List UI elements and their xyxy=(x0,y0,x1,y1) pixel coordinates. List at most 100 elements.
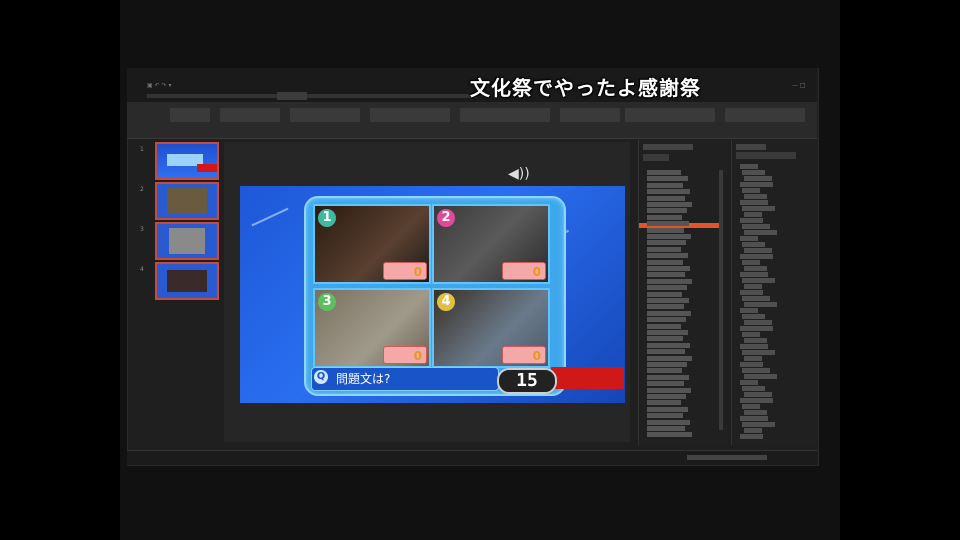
animation-row[interactable] xyxy=(647,202,692,207)
animation-row[interactable] xyxy=(647,432,692,438)
selection-row[interactable] xyxy=(742,386,765,391)
pane-toolbar-button[interactable] xyxy=(643,154,669,161)
animation-row[interactable] xyxy=(647,304,684,310)
animation-row[interactable] xyxy=(647,170,681,175)
thumbnail-slide-1[interactable] xyxy=(155,142,219,180)
animation-row[interactable] xyxy=(647,330,688,335)
ribbon-group[interactable] xyxy=(625,108,715,122)
answer-cell-1[interactable]: 1 0 xyxy=(313,204,431,284)
animation-row[interactable] xyxy=(647,298,689,303)
animation-row[interactable] xyxy=(647,285,687,291)
selection-row[interactable] xyxy=(744,338,767,343)
thumbnail-slide-4[interactable] xyxy=(155,262,219,300)
selection-row[interactable] xyxy=(740,200,768,205)
selection-row[interactable] xyxy=(744,356,762,361)
selection-row[interactable] xyxy=(740,398,773,403)
animation-row[interactable] xyxy=(647,406,688,412)
selection-row[interactable] xyxy=(742,278,775,283)
selection-row[interactable] xyxy=(744,392,772,397)
pane-toolbar-button[interactable] xyxy=(736,152,796,159)
selection-row[interactable] xyxy=(744,194,767,199)
tab-active[interactable] xyxy=(277,92,307,100)
selection-row[interactable] xyxy=(740,182,773,187)
selection-row[interactable] xyxy=(744,284,762,289)
animation-row[interactable] xyxy=(647,374,689,380)
selection-row[interactable] xyxy=(744,176,772,181)
selection-row[interactable] xyxy=(744,212,762,217)
window-controls[interactable]: — □ xyxy=(792,82,806,89)
selection-row[interactable] xyxy=(742,260,760,265)
selection-row[interactable] xyxy=(744,302,777,307)
animation-row[interactable] xyxy=(647,195,685,201)
animation-row[interactable] xyxy=(647,278,692,284)
animation-row[interactable] xyxy=(647,394,686,399)
ribbon-group[interactable] xyxy=(460,108,550,122)
selection-row[interactable] xyxy=(744,374,777,379)
selection-row[interactable] xyxy=(740,218,763,223)
animation-row[interactable] xyxy=(647,176,688,182)
selection-row[interactable] xyxy=(740,272,768,277)
selection-row[interactable] xyxy=(740,416,768,421)
animation-row[interactable] xyxy=(647,310,691,316)
animation-row[interactable] xyxy=(647,419,690,425)
answer-cell-3[interactable]: 3 0 xyxy=(313,288,431,368)
selection-row[interactable] xyxy=(744,266,767,271)
selection-row[interactable] xyxy=(742,242,765,247)
selection-row[interactable] xyxy=(742,188,760,193)
pane-scrollbar[interactable] xyxy=(719,170,723,430)
selection-row[interactable] xyxy=(744,320,772,325)
animation-row[interactable] xyxy=(647,253,688,259)
animation-row[interactable] xyxy=(647,368,682,374)
selection-row[interactable] xyxy=(740,362,763,367)
selection-row[interactable] xyxy=(740,380,758,385)
animation-row[interactable] xyxy=(647,246,681,252)
ribbon-group[interactable] xyxy=(220,108,280,122)
animation-row[interactable] xyxy=(647,240,686,246)
thumbnail-slide-2[interactable] xyxy=(155,182,219,220)
animation-row[interactable] xyxy=(647,291,682,297)
selection-row[interactable] xyxy=(740,308,758,313)
selection-row[interactable] xyxy=(744,230,777,235)
animation-row[interactable] xyxy=(647,362,687,367)
animation-row[interactable] xyxy=(647,323,681,329)
animation-row[interactable] xyxy=(647,214,682,220)
ribbon-tabs[interactable] xyxy=(147,94,477,98)
animation-row[interactable] xyxy=(647,227,684,233)
ribbon-group[interactable] xyxy=(370,108,450,122)
animation-row[interactable] xyxy=(647,266,690,271)
selection-row[interactable] xyxy=(742,170,765,175)
selection-row[interactable] xyxy=(740,434,763,439)
animation-row[interactable] xyxy=(647,208,687,214)
selection-row[interactable] xyxy=(742,314,765,319)
zoom-slider[interactable] xyxy=(687,455,767,460)
selection-row[interactable] xyxy=(742,332,760,337)
selection-row[interactable] xyxy=(740,326,773,331)
animation-row[interactable] xyxy=(647,387,691,393)
selection-row[interactable] xyxy=(742,206,775,211)
selection-row[interactable] xyxy=(742,350,775,355)
animation-row[interactable] xyxy=(647,221,689,227)
animation-row[interactable] xyxy=(647,349,685,355)
animation-row[interactable] xyxy=(647,400,681,406)
selection-row[interactable] xyxy=(740,164,758,169)
answer-cell-4[interactable]: 4 0 xyxy=(432,288,550,368)
selection-row[interactable] xyxy=(742,296,770,301)
answer-cell-2[interactable]: 2 0 xyxy=(432,204,550,284)
ribbon-group[interactable] xyxy=(290,108,360,122)
selection-row[interactable] xyxy=(744,428,762,433)
ribbon-group[interactable] xyxy=(560,108,620,122)
animation-row[interactable] xyxy=(647,355,692,361)
animation-row[interactable] xyxy=(647,426,685,431)
selection-row[interactable] xyxy=(744,248,772,253)
quick-access-toolbar[interactable]: ▣ ↶ ↷ ▾ xyxy=(147,82,171,89)
thumbnail-slide-3[interactable] xyxy=(155,222,219,260)
selection-row[interactable] xyxy=(742,404,760,409)
animation-row[interactable] xyxy=(647,189,690,195)
ribbon-group[interactable] xyxy=(170,108,210,122)
selection-row[interactable] xyxy=(742,422,775,427)
animation-row[interactable] xyxy=(647,317,686,323)
animation-row[interactable] xyxy=(647,413,683,419)
selection-row[interactable] xyxy=(740,290,763,295)
ribbon-group[interactable] xyxy=(725,108,805,122)
animation-row[interactable] xyxy=(647,182,683,188)
